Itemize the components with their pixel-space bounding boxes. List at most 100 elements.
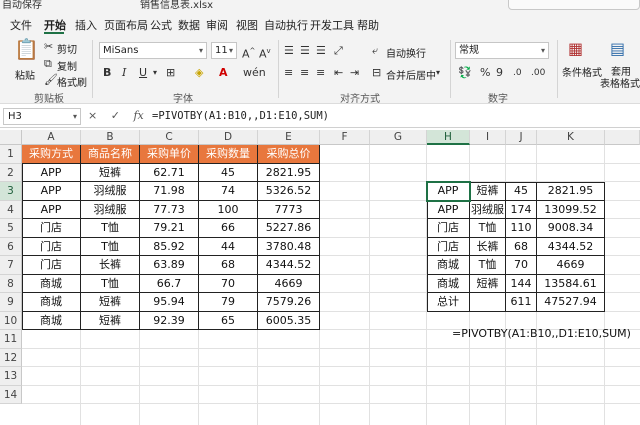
pivot-cell[interactable]: 门店 <box>427 237 470 256</box>
column-header-e[interactable]: E <box>258 130 320 145</box>
table-cell[interactable]: 商城 <box>22 274 81 293</box>
increase-font-icon[interactable]: A^ <box>242 44 255 62</box>
table-header-cell[interactable]: 采购方式 <box>22 145 81 164</box>
table-cell[interactable]: 63.89 <box>140 256 199 275</box>
column-header-f[interactable]: F <box>320 130 370 145</box>
table-header-cell[interactable]: 采购数量 <box>199 145 258 164</box>
table-header-cell[interactable]: 商品名称 <box>81 145 140 164</box>
percent-icon[interactable]: % <box>480 66 490 80</box>
table-cell[interactable]: 长裤 <box>81 256 140 275</box>
comma-style-icon[interactable]: 9 <box>496 66 503 80</box>
tab-view[interactable]: 视图 <box>236 17 258 33</box>
table-cell[interactable]: 65 <box>199 311 258 330</box>
table-cell[interactable]: 66.7 <box>140 274 199 293</box>
increase-decimal-icon[interactable]: .0 <box>513 66 522 80</box>
tab-formulas[interactable]: 公式 <box>150 17 172 33</box>
table-cell[interactable]: 羽绒服 <box>81 200 140 219</box>
number-format-select[interactable]: 常规 ▾ <box>455 42 549 59</box>
table-cell[interactable]: 66 <box>199 219 258 238</box>
table-cell[interactable]: 短裤 <box>81 311 140 330</box>
decrease-indent-icon[interactable]: ⇤ <box>334 66 343 80</box>
row-header-7[interactable]: 7 <box>0 256 22 275</box>
table-cell[interactable]: 62.71 <box>140 163 199 182</box>
table-cell[interactable]: T恤 <box>81 237 140 256</box>
row-header-12[interactable]: 12 <box>0 348 22 367</box>
bold-button[interactable]: B <box>103 66 111 80</box>
decrease-decimal-icon[interactable]: .00 <box>531 66 545 80</box>
table-cell[interactable]: 门店 <box>22 219 81 238</box>
table-cell[interactable]: 5326.52 <box>258 182 320 201</box>
pivot-cell[interactable]: 4669 <box>537 256 605 275</box>
table-cell[interactable]: 74 <box>199 182 258 201</box>
increase-indent-icon[interactable]: ⇥ <box>350 66 359 80</box>
table-cell[interactable]: 商城 <box>22 293 81 312</box>
tab-data[interactable]: 数据 <box>178 17 200 33</box>
table-cell[interactable]: 45 <box>199 163 258 182</box>
pivot-cell[interactable]: 2821.95 <box>537 182 605 201</box>
chevron-down-icon[interactable]: ▾ <box>436 66 440 80</box>
pivot-cell[interactable]: 144 <box>506 274 537 293</box>
wrap-text-button[interactable]: 自动换行 <box>386 45 426 60</box>
column-header-a[interactable]: A <box>22 130 81 145</box>
pivot-cell[interactable]: 47527.94 <box>537 293 605 312</box>
table-cell[interactable]: 短裤 <box>81 293 140 312</box>
pivot-cell[interactable]: 68 <box>506 237 537 256</box>
orientation-icon[interactable]: ⤢ <box>334 44 343 58</box>
align-right-icon[interactable]: ≡ <box>316 66 325 80</box>
pivot-cell[interactable]: T恤 <box>470 219 506 238</box>
pivot-cell[interactable]: 羽绒服 <box>470 200 506 219</box>
table-cell[interactable]: 92.39 <box>140 311 199 330</box>
row-header-14[interactable]: 14 <box>0 385 22 404</box>
table-cell[interactable]: 4669 <box>258 274 320 293</box>
column-header-d[interactable]: D <box>199 130 258 145</box>
column-header-i[interactable]: I <box>470 130 506 145</box>
align-center-icon[interactable]: ≡ <box>300 66 309 80</box>
cancel-icon[interactable]: × <box>88 109 97 122</box>
decrease-font-icon[interactable]: Av <box>259 44 271 62</box>
table-cell[interactable]: APP <box>22 163 81 182</box>
table-cell[interactable]: 95.94 <box>140 293 199 312</box>
table-cell[interactable]: 44 <box>199 237 258 256</box>
pivot-cell[interactable]: 4344.52 <box>537 237 605 256</box>
column-header-j[interactable]: J <box>506 130 537 145</box>
phonetic-icon[interactable]: wén <box>243 66 266 80</box>
align-top-icon[interactable]: ☰ <box>284 44 294 58</box>
row-header-4[interactable]: 4 <box>0 200 22 219</box>
pivot-cell[interactable]: 70 <box>506 256 537 275</box>
tab-page-layout[interactable]: 页面布局 <box>104 17 148 33</box>
row-header-13[interactable]: 13 <box>0 367 22 386</box>
row-header-10[interactable]: 10 <box>0 311 22 330</box>
table-cell[interactable]: 7773 <box>258 200 320 219</box>
confirm-icon[interactable]: ✓ <box>111 109 120 122</box>
pivot-cell[interactable]: 45 <box>506 182 537 201</box>
column-header-k[interactable]: K <box>537 130 605 145</box>
font-name-select[interactable]: MiSans ▾ <box>99 42 207 59</box>
column-header-h[interactable]: H <box>427 130 470 145</box>
format-painter-button[interactable]: 格式刷 <box>57 74 87 89</box>
tab-file[interactable]: 文件 <box>10 17 32 33</box>
table-cell[interactable]: 羽绒服 <box>81 182 140 201</box>
pivot-cell[interactable]: 13584.61 <box>537 274 605 293</box>
conditional-format-button[interactable]: 条件格式 <box>562 64 602 79</box>
pivot-cell[interactable]: 110 <box>506 219 537 238</box>
table-cell[interactable]: T恤 <box>81 274 140 293</box>
table-cell[interactable]: 2821.95 <box>258 163 320 182</box>
pivot-cell[interactable]: 13099.52 <box>537 200 605 219</box>
pivot-cell[interactable]: T恤 <box>470 256 506 275</box>
table-cell[interactable]: 77.73 <box>140 200 199 219</box>
pivot-cell[interactable] <box>470 293 506 312</box>
name-box[interactable]: H3 ▾ <box>3 108 81 125</box>
pivot-cell[interactable]: 总计 <box>427 293 470 312</box>
font-color-icon[interactable]: A <box>219 66 228 80</box>
pivot-cell[interactable]: 商城 <box>427 256 470 275</box>
table-cell[interactable]: 100 <box>199 200 258 219</box>
table-cell[interactable]: T恤 <box>81 219 140 238</box>
copy-button[interactable]: 复制 <box>57 58 77 73</box>
table-cell[interactable]: 门店 <box>22 237 81 256</box>
row-header-9[interactable]: 9 <box>0 293 22 312</box>
tab-insert[interactable]: 插入 <box>75 17 97 33</box>
table-cell[interactable]: 短裤 <box>81 163 140 182</box>
select-all-corner[interactable] <box>0 130 22 145</box>
pivot-cell[interactable]: 611 <box>506 293 537 312</box>
merge-center-button[interactable]: 合并后居中 <box>386 67 436 82</box>
